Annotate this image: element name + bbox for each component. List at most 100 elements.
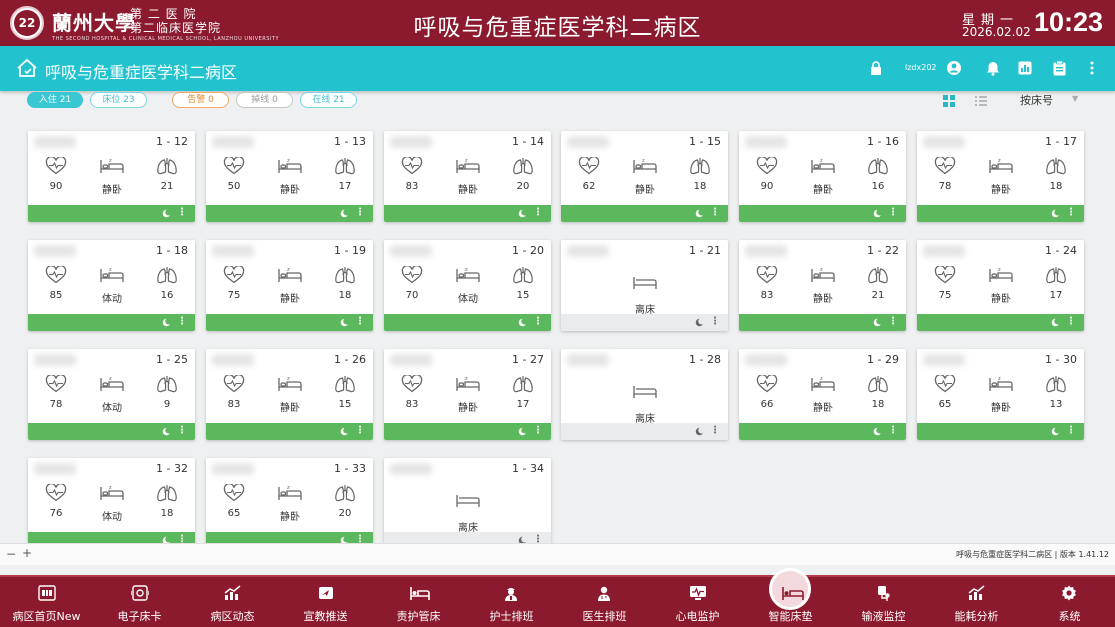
card-more-icon[interactable]: ⋮	[1066, 207, 1076, 219]
nav-item-smart-mattress[interactable]: 智能床垫	[744, 568, 837, 627]
patient-name-blurred	[390, 245, 432, 257]
card-more-icon[interactable]: ⋮	[177, 316, 187, 328]
bed-card[interactable]: 1 - 29 66 z 静卧 18 ⋮	[739, 349, 906, 440]
nav-item-bed-management[interactable]: 责护管床	[372, 577, 465, 627]
nav-item-doctor-schedule[interactable]: 医生排班	[558, 577, 651, 627]
card-more-icon[interactable]: ⋮	[355, 534, 365, 543]
posture: z 静卧	[272, 157, 308, 196]
clipboard-icon[interactable]	[1051, 60, 1067, 76]
nav-item-bed-card[interactable]: 电子床卡	[93, 577, 186, 627]
nav-item-system-gear[interactable]: 系统	[1023, 577, 1115, 627]
bed-posture-icon: z	[983, 375, 1019, 393]
card-more-icon[interactable]: ⋮	[533, 425, 543, 437]
posture: z 体动	[450, 266, 486, 305]
bed-card[interactable]: 1 - 25 78 z 体动 9 ⋮	[28, 349, 195, 440]
bed-card[interactable]: 1 - 30 65 z 静卧 13 ⋮	[917, 349, 1084, 440]
nav-item-ward-home[interactable]: 病区首页New	[0, 577, 93, 627]
bed-card[interactable]: 1 - 15 62 z 静卧 18 ⋮	[561, 131, 728, 222]
heart-rate: 75	[927, 266, 963, 301]
bed-card[interactable]: 1 - 14 83 z 静卧 20 ⋮	[384, 131, 551, 222]
grid-view-icon[interactable]	[942, 94, 956, 108]
card-more-icon[interactable]: ⋮	[177, 534, 187, 543]
card-more-icon[interactable]: ⋮	[355, 425, 365, 437]
respiration: 18	[149, 484, 185, 519]
patient-name-blurred	[745, 245, 787, 257]
bed-card[interactable]: 1 - 33 65 z 静卧 20 ⋮	[206, 458, 373, 543]
respiration: 13	[1038, 375, 1074, 410]
nav-item-ecg-monitor[interactable]: 心电监护	[651, 577, 744, 627]
sort-select[interactable]: 按床号	[1020, 92, 1053, 108]
bed-card[interactable]: 1 - 21 离床 ⋮	[561, 240, 728, 331]
heart-rate-icon	[216, 484, 252, 502]
filter-alarm[interactable]: 告警 0	[172, 92, 229, 108]
bed-card[interactable]: 1 - 26 83 z 静卧 15 ⋮	[206, 349, 373, 440]
bed-away-status: 离床	[444, 493, 492, 534]
bed-card[interactable]: 1 - 16 90 z 静卧 16 ⋮	[739, 131, 906, 222]
respiration-value: 17	[1049, 290, 1063, 301]
nav-item-infusion-monitor[interactable]: 输液监控	[837, 577, 930, 627]
bed-card[interactable]: 1 - 12 90 z 静卧 21 ⋮	[28, 131, 195, 222]
statistics-chart-icon[interactable]	[1017, 60, 1033, 76]
card-more-icon[interactable]: ⋮	[533, 207, 543, 219]
list-view-icon[interactable]	[974, 94, 988, 108]
card-more-icon[interactable]: ⋮	[1066, 425, 1076, 437]
heart-rate-value: 66	[760, 399, 774, 410]
nav-label: 电子床卡	[117, 610, 162, 623]
card-more-icon[interactable]: ⋮	[888, 316, 898, 328]
ward-home-icon[interactable]	[16, 58, 38, 78]
card-more-icon[interactable]: ⋮	[533, 534, 543, 543]
zoom-out-button[interactable]: −	[6, 547, 16, 561]
notification-bell-icon[interactable]	[985, 60, 1001, 76]
bed-card[interactable]: 1 - 19 75 z 静卧 18 ⋮	[206, 240, 373, 331]
respiration: 21	[149, 157, 185, 192]
heart-rate-value: 83	[405, 181, 419, 192]
bed-card[interactable]: 1 - 32 76 z 体动 18 ⋮	[28, 458, 195, 543]
respiration: 17	[1038, 266, 1074, 301]
filter-beds[interactable]: 床位 23	[90, 92, 147, 108]
lock-icon[interactable]	[868, 60, 884, 76]
more-menu-icon[interactable]	[1084, 60, 1100, 76]
card-more-icon[interactable]: ⋮	[1066, 316, 1076, 328]
nav-label: 责护管床	[396, 610, 441, 623]
posture: z 体动	[94, 484, 130, 523]
respiration-value: 18	[160, 508, 174, 519]
card-more-icon[interactable]: ⋮	[710, 316, 720, 328]
respiration-value: 21	[160, 181, 174, 192]
card-more-icon[interactable]: ⋮	[710, 207, 720, 219]
bed-card[interactable]: 1 - 18 85 z 体动 16 ⋮	[28, 240, 195, 331]
filter-offline[interactable]: 掉线 0	[236, 92, 293, 108]
filter-admitted[interactable]: 入住 21	[27, 92, 83, 108]
bed-card[interactable]: 1 - 27 83 z 静卧 17 ⋮	[384, 349, 551, 440]
card-more-icon[interactable]: ⋮	[888, 425, 898, 437]
card-more-icon[interactable]: ⋮	[888, 207, 898, 219]
bed-card[interactable]: 1 - 28 离床 ⋮	[561, 349, 728, 440]
nav-item-nurse-schedule[interactable]: 护士排班	[465, 577, 558, 627]
card-status-bar: ⋮	[384, 532, 551, 543]
card-more-icon[interactable]: ⋮	[533, 316, 543, 328]
svg-text:z: z	[287, 267, 290, 273]
bed-card[interactable]: 1 - 22 83 z 静卧 21 ⋮	[739, 240, 906, 331]
heart-rate-value: 90	[760, 181, 774, 192]
card-more-icon[interactable]: ⋮	[710, 425, 720, 437]
bed-card[interactable]: 1 - 20 70 z 体动 15 ⋮	[384, 240, 551, 331]
bed-posture-icon: z	[272, 266, 308, 284]
nav-item-education-push[interactable]: 宣教推送	[279, 577, 372, 627]
card-more-icon[interactable]: ⋮	[177, 425, 187, 437]
bed-card[interactable]: 1 - 34 离床 ⋮	[384, 458, 551, 543]
user-account-icon[interactable]	[946, 60, 962, 76]
heart-rate: 62	[571, 157, 607, 192]
bed-card[interactable]: 1 - 24 75 z 静卧 17 ⋮	[917, 240, 1084, 331]
heart-rate-value: 50	[227, 181, 241, 192]
chevron-down-icon[interactable]: ▼	[1072, 94, 1078, 103]
bed-card[interactable]: 1 - 17 78 z 静卧 18 ⋮	[917, 131, 1084, 222]
card-more-icon[interactable]: ⋮	[177, 207, 187, 219]
nav-item-energy-analysis[interactable]: 能耗分析	[930, 577, 1023, 627]
heart-rate: 66	[749, 375, 785, 410]
filter-online[interactable]: 在线 21	[300, 92, 357, 108]
card-more-icon[interactable]: ⋮	[355, 316, 365, 328]
bed-card[interactable]: 1 - 13 50 z 静卧 17 ⋮	[206, 131, 373, 222]
card-more-icon[interactable]: ⋮	[355, 207, 365, 219]
nav-item-ward-trend[interactable]: 病区动态	[186, 577, 279, 627]
respiration-value: 21	[871, 290, 885, 301]
zoom-in-button[interactable]: +	[22, 546, 32, 560]
